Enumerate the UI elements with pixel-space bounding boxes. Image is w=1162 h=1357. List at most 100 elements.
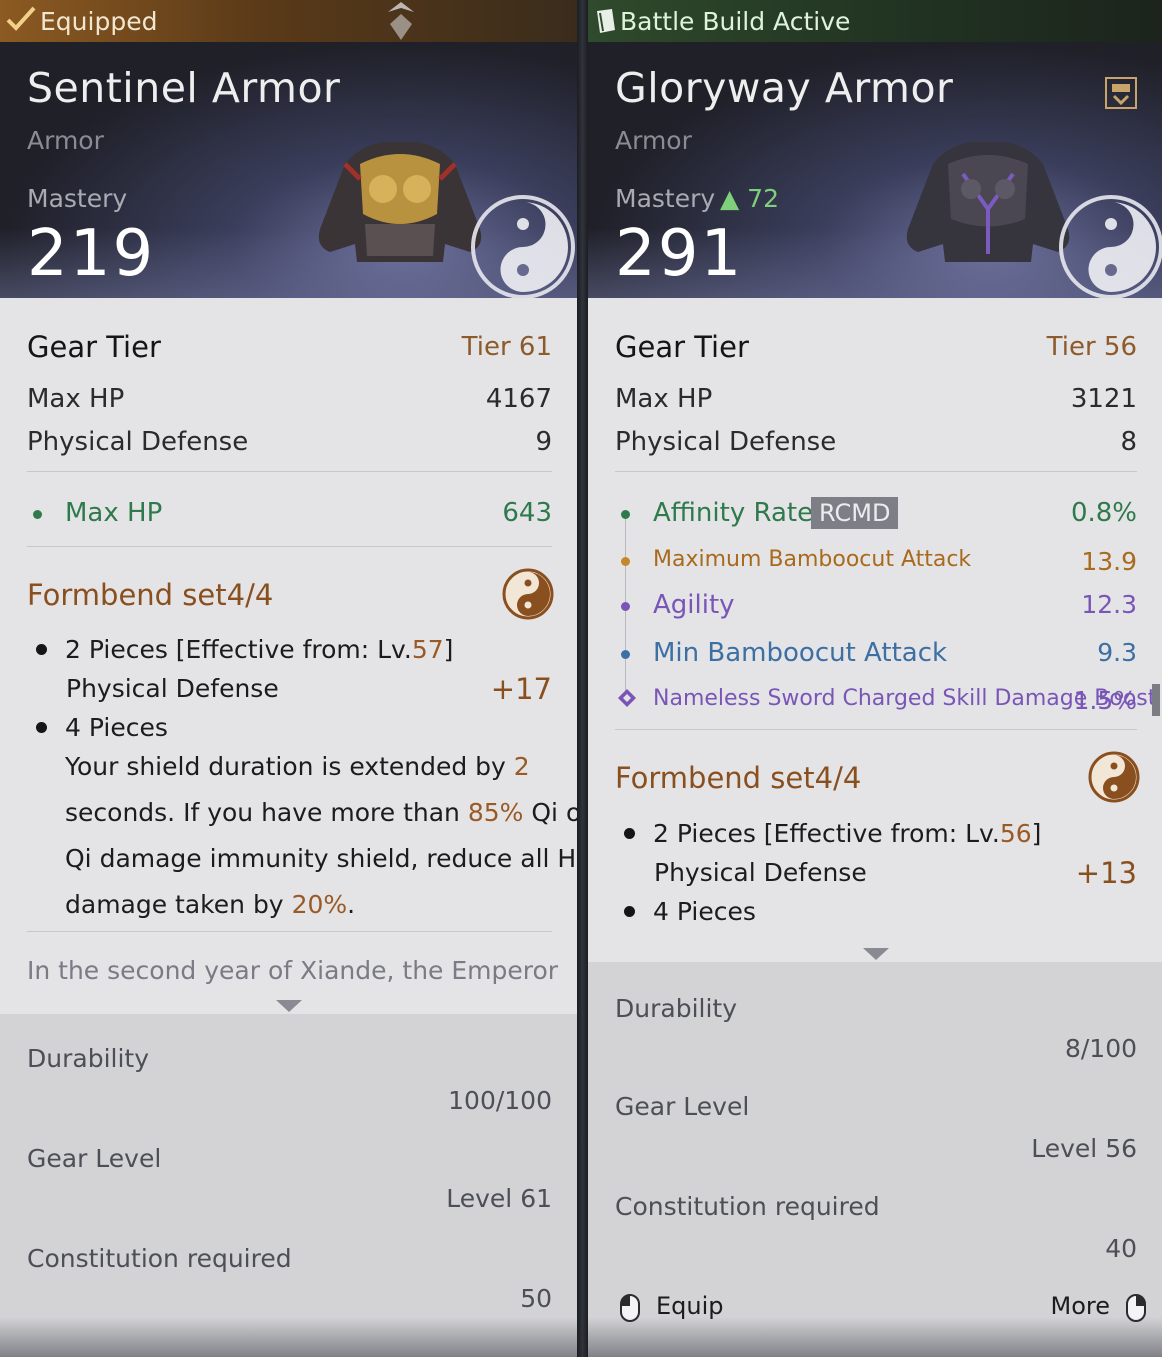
set-2pc-close: ] [1031, 819, 1042, 848]
set-4pc-text: Your shield duration is extended by [65, 752, 514, 781]
set-4pc-desc-line: Qi damage immunity shield, reduce all HP [65, 844, 577, 873]
item-header: Gloryway Armor Armor Mastery ▲ 72 291 [588, 42, 1162, 298]
gear-level-label: Gear Level [27, 1144, 162, 1173]
equipped-item-panel: Equipped Sentinel Armor Armor Mastery 21… [0, 0, 577, 1357]
durability-label: Durability [615, 994, 737, 1023]
set-4pc-label: 4 Pieces [653, 897, 756, 926]
set-2pc-bonus: +13 [1075, 856, 1137, 890]
durability-value: 100/100 [448, 1086, 552, 1115]
equip-label: Equip [656, 1292, 724, 1320]
yinyang-icon [502, 568, 554, 620]
constitution-value: 50 [520, 1284, 552, 1313]
diamond-icon [618, 689, 636, 707]
lore-text: In the second year of Xiande, the Empero… [27, 956, 559, 985]
stat-label: Physical Defense [615, 427, 837, 457]
set-4pc-desc-line: damage taken by 20%. [65, 890, 355, 919]
set-2pc-stat: Physical Defense [654, 858, 867, 887]
set-4pc-desc-line: Your shield duration is extended by 2 [65, 752, 530, 781]
substat-label: Agility [653, 590, 735, 620]
stat-value: 3121 [1070, 384, 1137, 414]
set-4pc-text: seconds. If you have more than [65, 798, 468, 827]
panel-divider [577, 0, 588, 1357]
substat-value: 1.5% [1073, 686, 1137, 715]
book-icon [597, 9, 615, 33]
bullet-icon [36, 644, 47, 655]
set-4pc-text: . [347, 890, 356, 919]
substat-value: 9.3 [1097, 638, 1137, 667]
yinyang-emblem-icon [1059, 195, 1162, 298]
status-label: Battle Build Active [620, 7, 851, 36]
substat-label: Max HP [65, 498, 163, 528]
mastery-value: 219 [27, 217, 156, 291]
set-2pc-text: 2 Pieces [Effective from: Lv. [65, 635, 412, 664]
set-2pc-level: 57 [411, 635, 444, 664]
set-4pc-label: 4 Pieces [65, 713, 168, 742]
set-2pc-close: ] [443, 635, 454, 664]
mastery-value: 291 [615, 217, 744, 291]
constitution-label: Constitution required [27, 1244, 292, 1273]
mastery-delta: ▲ 72 [720, 184, 779, 213]
recommended-badge: RCMD [811, 497, 899, 529]
item-header: Sentinel Armor Armor Mastery 219 [0, 42, 577, 298]
constitution-value: 40 [1105, 1234, 1137, 1263]
item-type: Armor [27, 126, 104, 155]
gear-level-value: Level 61 [446, 1184, 552, 1213]
divider [27, 471, 552, 472]
set-4pc-highlight: 85% [467, 798, 524, 827]
item-name: Sentinel Armor [27, 64, 341, 112]
substat-label: Affinity Rate [653, 498, 814, 528]
set-2pc-bonus: +17 [490, 672, 552, 706]
substat-dot-icon [621, 650, 630, 659]
set-2pc-text: 2 Pieces [Effective from: Lv. [653, 819, 1000, 848]
divider [27, 931, 552, 932]
bullet-icon [624, 906, 635, 917]
bullet-icon [36, 722, 47, 733]
gear-level-label: Gear Level [615, 1092, 750, 1121]
expand-arrow-icon[interactable] [863, 948, 889, 960]
more-label: More [1050, 1292, 1111, 1320]
set-4pc-text: Qi or a [531, 798, 577, 827]
set-4pc-highlight: 20% [291, 890, 348, 919]
set-2pc-level: 56 [999, 819, 1032, 848]
armor-image [318, 141, 482, 262]
set-2pc-line: 2 Pieces [Effective from: Lv.56] [653, 819, 1041, 848]
stat-label: Max HP [615, 384, 713, 414]
stat-value: 9 [535, 427, 552, 457]
stat-value: 8 [1120, 427, 1137, 457]
set-4pc-desc-line: seconds. If you have more than 85% Qi or… [65, 798, 577, 827]
substat-value: 0.8% [1070, 498, 1137, 528]
substat-value: 13.9 [1081, 547, 1137, 576]
compare-item-panel: Battle Build Active Gloryway Armor Armor… [588, 0, 1162, 1357]
set-title: Formbend set4/4 [27, 578, 274, 612]
substat-label: Maximum Bamboocut Attack [653, 547, 972, 572]
equipped-status-bar: Equipped [0, 0, 577, 42]
divider [615, 471, 1137, 472]
substat-label: Min Bamboocut Attack [653, 638, 948, 668]
constitution-label: Constitution required [615, 1192, 880, 1221]
item-details: Durability 8/100 Gear Level Level 56 Con… [588, 962, 1162, 1357]
gear-tier-value: Tier 56 [1046, 332, 1137, 362]
item-details: Durability 100/100 Gear Level Level 61 C… [0, 1014, 577, 1357]
scrollbar-thumb[interactable] [1152, 684, 1160, 716]
substat-dot-icon [621, 602, 630, 611]
stat-label: Physical Defense [27, 427, 249, 457]
chevron-ornament-icon [388, 2, 414, 40]
bottom-shade [588, 1317, 1162, 1357]
bullet-icon [624, 828, 635, 839]
mastery-label: Mastery [27, 184, 128, 213]
mastery-label: Mastery [615, 184, 716, 213]
gear-tier-label: Gear Tier [615, 330, 749, 364]
bottom-shade [0, 1317, 577, 1357]
item-name: Gloryway Armor [615, 64, 954, 112]
battle-build-status-bar: Battle Build Active [588, 0, 1162, 42]
durability-value: 8/100 [1064, 1034, 1137, 1063]
divider [27, 546, 552, 547]
save-icon[interactable] [1104, 76, 1138, 110]
substat-value: 643 [502, 498, 552, 528]
stat-label: Max HP [27, 384, 125, 414]
set-4pc-highlight: 2 [513, 752, 530, 781]
substat-value: 12.3 [1081, 590, 1137, 619]
set-2pc-line: 2 Pieces [Effective from: Lv.57] [65, 635, 453, 664]
expand-arrow-icon[interactable] [276, 1000, 302, 1012]
set-title: Formbend set4/4 [615, 761, 862, 795]
